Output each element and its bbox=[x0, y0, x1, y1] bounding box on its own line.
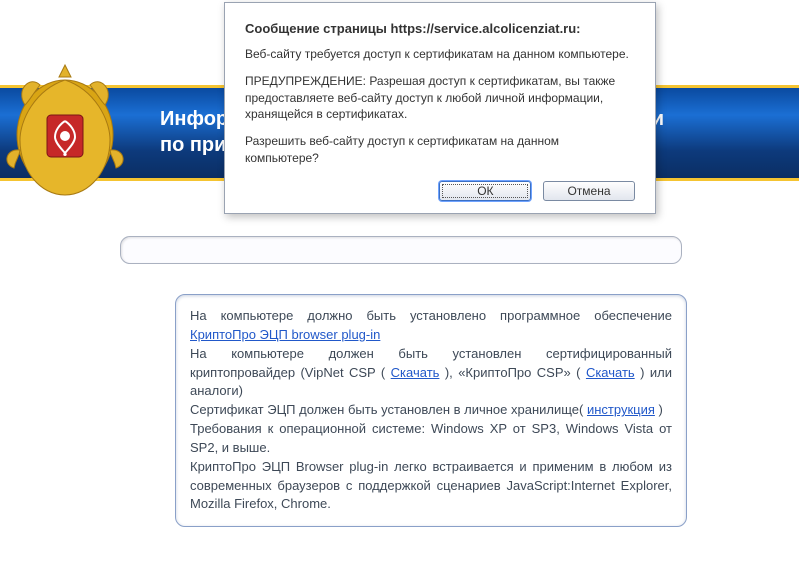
dialog-warning: ПРЕДУПРЕЖДЕНИЕ: Разрешая доступ к сертиф… bbox=[245, 73, 635, 123]
cancel-button[interactable]: Отмена bbox=[543, 181, 635, 201]
dialog-message: Веб-сайту требуется доступ к сертификата… bbox=[245, 46, 635, 63]
requirements-panel: На компьютере должно быть установлено пр… bbox=[175, 294, 687, 527]
dialog-title: Сообщение страницы https://service.alcol… bbox=[245, 21, 635, 36]
cryptopro-plugin-link[interactable]: КриптоПро ЭЦП browser plug-in bbox=[190, 327, 380, 342]
req-text: На компьютере должно быть установлено пр… bbox=[190, 308, 672, 323]
ok-button[interactable]: ОК bbox=[439, 181, 531, 201]
req-text: ), «КриптоПро CSP» ( bbox=[445, 365, 581, 380]
req-text: КриптоПро ЭЦП Browser plug-in легко встр… bbox=[190, 459, 672, 512]
req-text: Требования к операционной системе: Windo… bbox=[190, 421, 672, 455]
cryptopro-download-link[interactable]: Скачать bbox=[586, 365, 635, 380]
certificate-access-dialog: Сообщение страницы https://service.alcol… bbox=[224, 2, 656, 214]
dialog-question: Разрешить веб-сайту доступ к сертификата… bbox=[245, 133, 635, 167]
dialog-button-row: ОК Отмена bbox=[245, 181, 635, 201]
search-input[interactable] bbox=[120, 236, 682, 264]
req-text: ) bbox=[659, 402, 663, 417]
vipnet-download-link[interactable]: Скачать bbox=[391, 365, 440, 380]
coat-of-arms-icon bbox=[0, 55, 135, 215]
certificate-instruction-link[interactable]: инструкция bbox=[587, 402, 655, 417]
req-text: Сертификат ЭЦП должен быть установлен в … bbox=[190, 402, 583, 417]
